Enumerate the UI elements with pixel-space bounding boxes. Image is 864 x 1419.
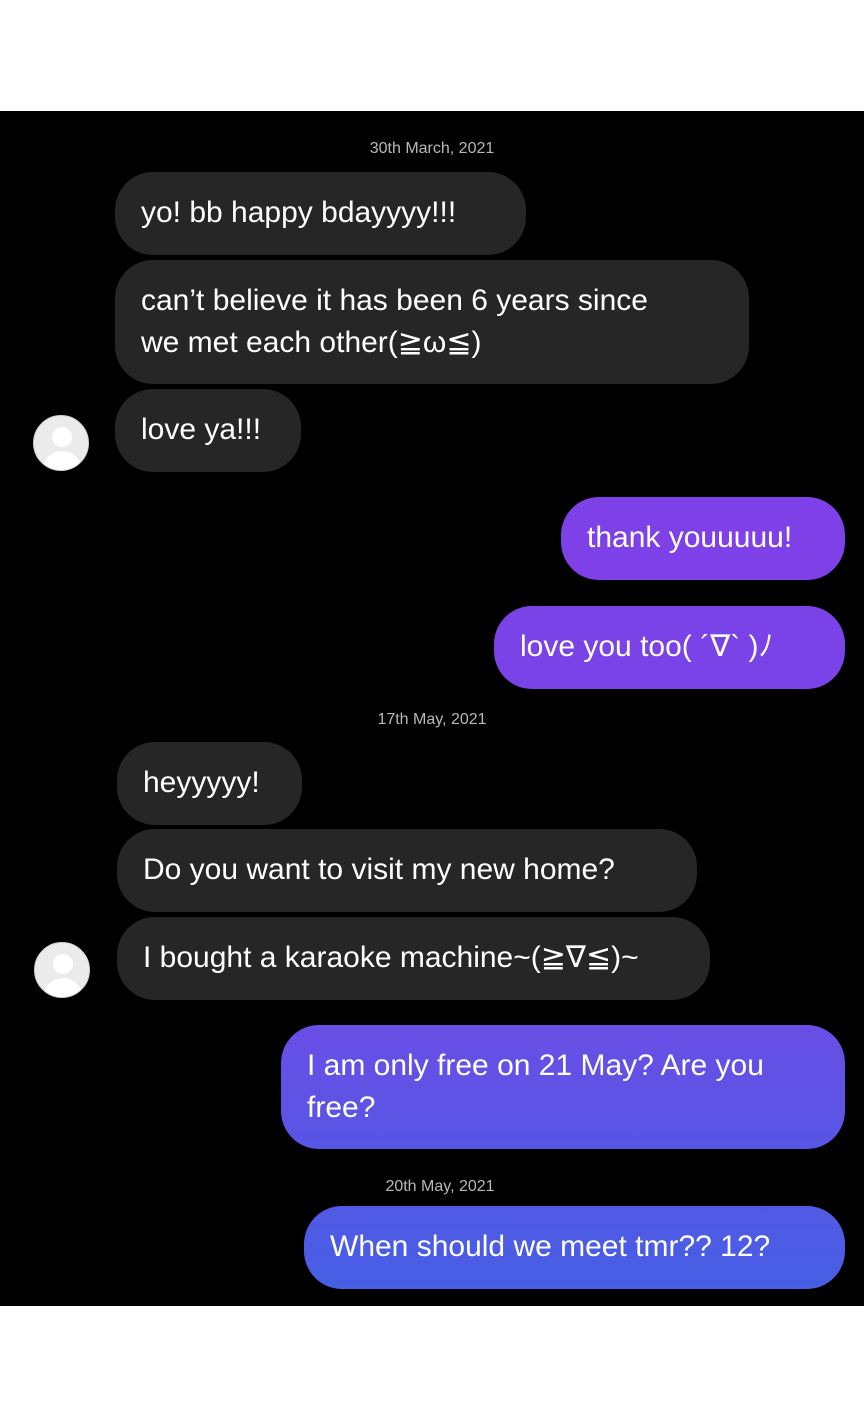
received-message[interactable]: I bought a karaoke machine~(≧∇≦)~ [117,917,710,1000]
received-message[interactable]: love ya!!! [115,389,301,472]
received-message[interactable]: can’t believe it has been 6 years since … [115,260,749,384]
date-separator: 20th May, 2021 [385,1178,495,1195]
message-text-line: free? [307,1091,376,1124]
message-text: love you too( ´∇` )ﾉ [520,630,774,663]
chat-thread: 30th March, 2021 yo! bb happy bdayyyy!!!… [0,111,864,1306]
sent-message[interactable]: thank youuuuu! [561,497,845,580]
message-text: I bought a karaoke machine~(≧∇≦)~ [143,941,639,974]
message-text: When should we meet tmr?? 12? [330,1230,771,1263]
message-text-line: we met each other(≧ω≦) [141,326,482,359]
date-separator: 30th March, 2021 [369,140,495,157]
message-text: Do you want to visit my new home? [143,853,615,886]
user-avatar-icon[interactable] [33,415,89,471]
received-message[interactable]: heyyyyy! [117,742,302,825]
message-text: thank youuuuu! [587,521,793,554]
date-separator: 17th May, 2021 [377,711,487,728]
message-text: yo! bb happy bdayyyy!!! [141,196,457,229]
message-text-line: I am only free on 21 May? Are you [307,1049,764,1082]
message-text-line: can’t believe it has been 6 years since [141,284,648,317]
message-text: love ya!!! [141,413,262,446]
sent-message[interactable]: love you too( ´∇` )ﾉ [494,606,845,689]
received-message[interactable]: Do you want to visit my new home? [117,829,697,912]
received-message[interactable]: yo! bb happy bdayyyy!!! [115,172,526,255]
sent-message[interactable]: I am only free on 21 May? Are you free? [281,1025,845,1149]
user-avatar-icon[interactable] [34,942,90,998]
message-text: heyyyyy! [143,766,260,799]
sent-message[interactable]: When should we meet tmr?? 12? [304,1206,845,1289]
